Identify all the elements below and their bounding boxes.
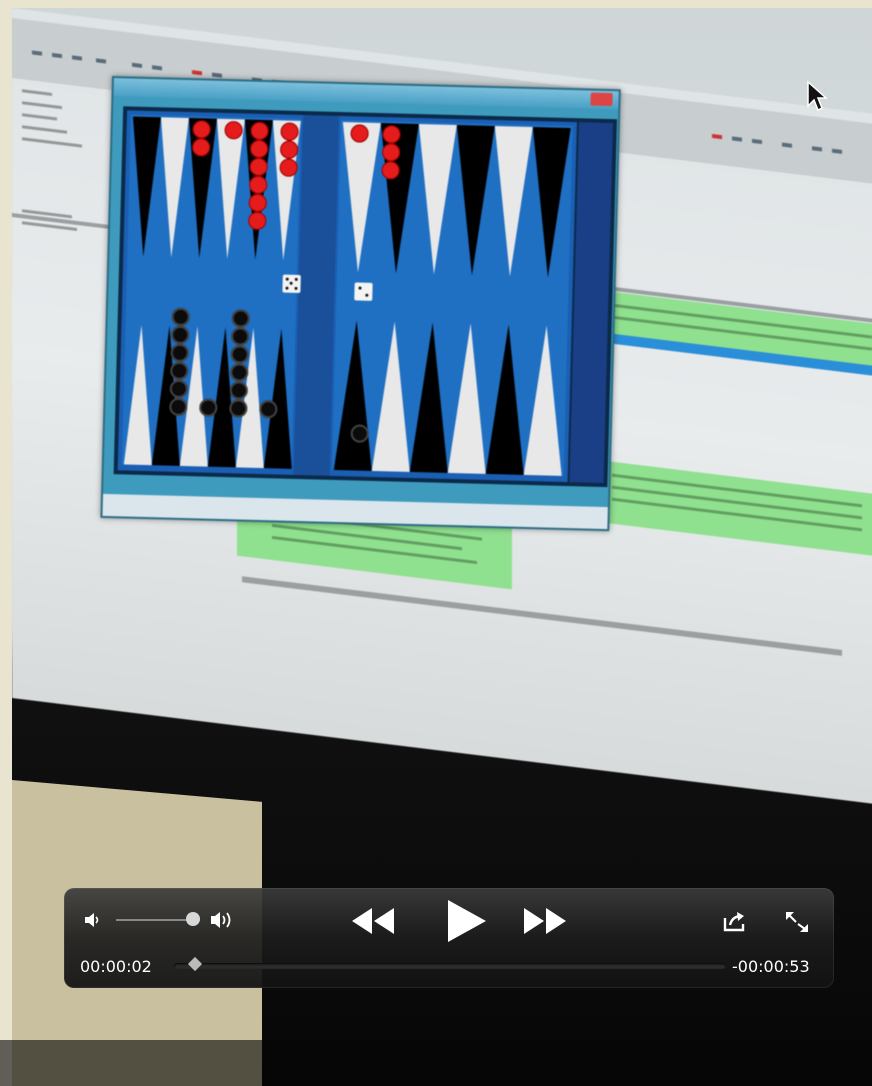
- fullscreen-icon[interactable]: [784, 910, 810, 934]
- close-icon[interactable]: [590, 92, 613, 107]
- die: [282, 274, 301, 294]
- mouse-cursor-icon: [807, 80, 828, 112]
- fast-forward-icon[interactable]: [520, 904, 568, 938]
- frame-border-top: [0, 0, 872, 8]
- progress-bar[interactable]: [174, 963, 726, 969]
- volume-knob[interactable]: [186, 912, 200, 926]
- code-highlight: [597, 459, 872, 559]
- board-point: [523, 324, 566, 476]
- play-icon[interactable]: [444, 898, 488, 944]
- video-frame: 00:00:02 -00:00:53: [0, 0, 872, 1086]
- board-point: [490, 126, 533, 277]
- backgammon-board: [113, 106, 618, 488]
- speaker-low-icon[interactable]: [84, 912, 102, 928]
- board-point: [263, 328, 296, 469]
- board-point: [371, 320, 414, 472]
- board-point: [447, 322, 490, 474]
- backgammon-window: [100, 76, 621, 532]
- scrollbar: [242, 576, 842, 656]
- desk-shadow: [0, 1040, 872, 1086]
- board-point: [338, 122, 381, 274]
- board-point: [213, 118, 245, 260]
- board-point: [485, 323, 528, 475]
- board-point: [528, 127, 571, 278]
- bear-off-tray: [567, 122, 613, 484]
- board-point: [414, 124, 457, 275]
- board-point: [129, 116, 161, 258]
- remaining-time: -00:00:53: [732, 957, 810, 976]
- share-icon[interactable]: [722, 910, 748, 932]
- speaker-high-icon[interactable]: [210, 910, 236, 930]
- die: [354, 282, 373, 301]
- board-point: [409, 321, 452, 473]
- board-point: [333, 319, 376, 471]
- video-controls: 00:00:02 -00:00:53: [64, 888, 834, 988]
- rewind-icon[interactable]: [350, 904, 398, 938]
- elapsed-time: 00:00:02: [80, 957, 152, 976]
- board-point: [157, 117, 189, 258]
- board-point: [452, 125, 495, 276]
- frame-border-left: [0, 0, 12, 1086]
- board-point: [123, 324, 156, 466]
